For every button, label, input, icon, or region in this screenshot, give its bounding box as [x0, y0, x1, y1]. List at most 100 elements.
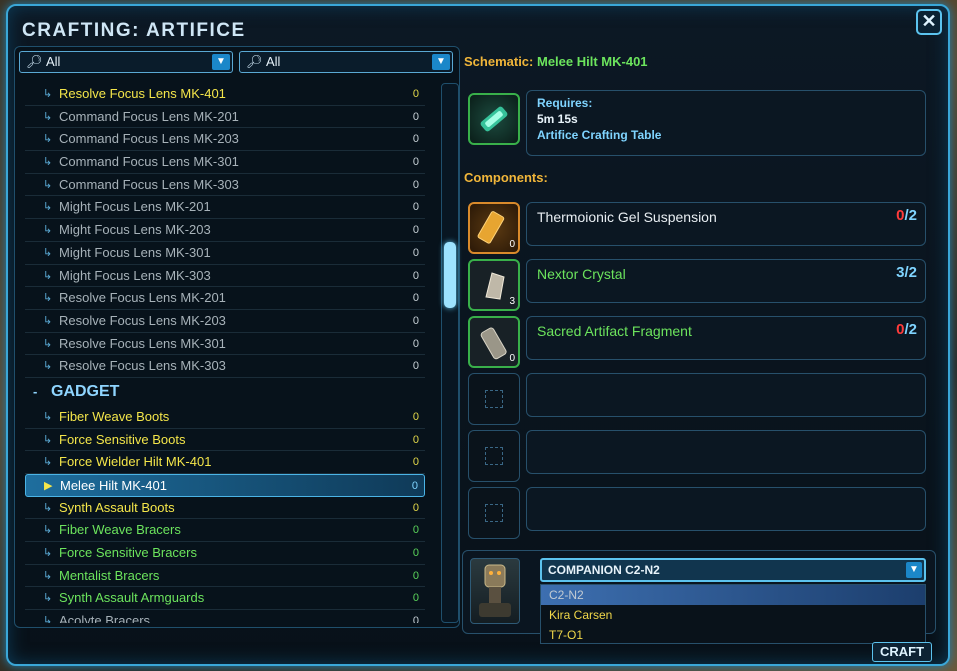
chevron-down-icon[interactable]: ▼ [906, 562, 922, 578]
list-item[interactable]: ↳ Command Focus Lens MK-201 0 [25, 106, 425, 129]
list-item[interactable]: ↳ Fiber Weave Bracers 0 [25, 519, 425, 543]
window-title: CRAFTING: ARTIFICE [22, 20, 246, 41]
companion-option[interactable]: C2-N2 [541, 585, 925, 605]
subitem-arrow-icon: ↳ [43, 433, 53, 446]
list-item[interactable]: ↳ Resolve Focus Lens MK-203 0 [25, 310, 425, 333]
subitem-arrow-icon: ↳ [43, 133, 53, 146]
chevron-down-icon[interactable]: ▼ [432, 54, 450, 70]
list-item[interactable]: ↳ Resolve Focus Lens MK-303 0 [25, 355, 425, 378]
schematic-value: Melee Hilt MK-401 [537, 54, 648, 69]
list-item[interactable]: ↳ Mentalist Bracers 0 [25, 565, 425, 588]
subitem-arrow-icon: ↳ [43, 224, 53, 237]
scrollbar-thumb[interactable] [444, 242, 456, 308]
subitem-arrow-icon: ↳ [43, 360, 53, 373]
chevron-down-icon[interactable]: ▼ [212, 54, 230, 70]
list-item[interactable]: ↳ Might Focus Lens MK-303 0 [25, 265, 425, 288]
list-item[interactable]: ↳ Acolyte Bracers 0 [25, 610, 425, 623]
craft-time: 5m 15s [537, 112, 578, 126]
filter-dropdown-1[interactable]: 🔎︎ All ▼ [19, 51, 233, 73]
category-label: GADGET [51, 382, 120, 400]
component-row[interactable]: Nextor Crystal 3/2 [526, 259, 926, 303]
subitem-arrow-icon: ↳ [43, 269, 53, 282]
list-item[interactable]: ↳ Command Focus Lens MK-303 0 [25, 174, 425, 197]
companion-option[interactable]: T7-O1 [541, 625, 925, 645]
list-item[interactable]: ↳ Synth Assault Armguards 0 [25, 587, 425, 611]
slot-placeholder-icon [485, 447, 503, 465]
schematic-list: ↳ Resolve Focus Lens MK-401 0 ↳ Command Foc… [25, 83, 425, 623]
list-item-selected[interactable]: ▶ Melee Hilt MK-401 0 [25, 474, 425, 497]
collapse-icon[interactable]: - [33, 378, 37, 406]
list-item[interactable]: ↳ Force Sensitive Boots 0 [25, 429, 425, 452]
component-row[interactable]: Sacred Artifact Fragment 0/2 [526, 316, 926, 360]
subitem-arrow-icon: ↳ [43, 615, 53, 623]
craft-button[interactable]: CRAFT [872, 642, 932, 662]
schematic-header: Schematic: Melee Hilt MK-401 [464, 54, 648, 69]
close-button[interactable]: ✕ [916, 9, 942, 35]
components-title: Components: [464, 170, 548, 185]
empty-component-row [526, 487, 926, 531]
list-item[interactable]: ↳ Command Focus Lens MK-301 0 [25, 151, 425, 174]
companion-portrait[interactable] [470, 558, 520, 624]
component-icon-gel[interactable]: 0 [468, 202, 520, 254]
list-item[interactable]: ↳ Resolve Focus Lens MK-401 0 [25, 83, 425, 106]
slot-placeholder-icon [485, 504, 503, 522]
subitem-arrow-icon: ↳ [43, 524, 53, 537]
companion-options: C2-N2 Kira Carsen T7-O1 [540, 584, 926, 644]
list-item[interactable]: ↳ Synth Assault Boots 0 [25, 497, 425, 520]
companion-option[interactable]: Kira Carsen [541, 605, 925, 625]
component-count: 0/2 [896, 321, 917, 338]
companion-select[interactable]: COMPANION C2-N2 ▼ [540, 558, 926, 582]
subitem-arrow-icon: ↳ [43, 292, 53, 305]
subitem-arrow-icon: ↳ [43, 456, 53, 469]
list-item[interactable]: ↳ Force Sensitive Bracers 0 [25, 542, 425, 565]
component-name: Nextor Crystal [537, 266, 626, 282]
list-item[interactable]: ↳ Might Focus Lens MK-301 0 [25, 242, 425, 265]
empty-component-row [526, 430, 926, 474]
schematic-item-icon[interactable] [468, 93, 520, 145]
subitem-arrow-icon: ↳ [43, 156, 53, 169]
droid-avatar-icon [479, 564, 511, 617]
filter-dropdown-2[interactable]: 🔎︎ All ▼ [239, 51, 453, 73]
search-icon: 🔎︎ [246, 54, 263, 69]
subitem-arrow-icon: ↳ [43, 501, 53, 514]
list-item[interactable]: ↳ Might Focus Lens MK-203 0 [25, 219, 425, 242]
subitem-arrow-icon: ↳ [43, 547, 53, 560]
component-row[interactable]: Thermoionic Gel Suspension 0/2 [526, 202, 926, 246]
list-item[interactable]: ↳ Command Focus Lens MK-203 0 [25, 128, 425, 152]
list-scrollbar[interactable] [441, 83, 459, 623]
category-header-gadget[interactable]: - GADGET [25, 378, 425, 406]
list-item[interactable]: ↳ Fiber Weave Boots 0 [25, 406, 425, 429]
subitem-arrow-icon: ↳ [43, 201, 53, 214]
component-count: 0/2 [896, 207, 917, 224]
subitem-arrow-icon: ↳ [43, 110, 53, 123]
empty-slot-icon [468, 373, 520, 425]
subitem-arrow-icon: ↳ [43, 88, 53, 100]
subitem-arrow-icon: ↳ [43, 314, 53, 327]
list-item[interactable]: ↳ Resolve Focus Lens MK-301 0 [25, 333, 425, 356]
requires-label: Requires: [537, 96, 593, 110]
subitem-arrow-icon: ↳ [43, 410, 53, 423]
schematic-key: Schematic: [464, 54, 534, 69]
companion-selected-value: COMPANION C2-N2 [548, 563, 660, 577]
subitem-arrow-icon: ↳ [43, 246, 53, 259]
component-count: 3/2 [896, 264, 917, 281]
selected-arrow-icon: ▶ [44, 480, 53, 492]
subitem-arrow-icon: ↳ [43, 337, 53, 350]
component-icon-fragment[interactable]: 0 [468, 316, 520, 368]
component-name: Sacred Artifact Fragment [537, 323, 692, 339]
empty-slot-icon [468, 487, 520, 539]
crafting-station: Artifice Crafting Table [537, 128, 662, 142]
list-item[interactable]: ↳ Resolve Focus Lens MK-201 0 [25, 287, 425, 310]
filter-2-value: All [266, 54, 281, 69]
subitem-arrow-icon: ↳ [43, 178, 53, 191]
component-name: Thermoionic Gel Suspension [537, 209, 717, 225]
schematic-list-panel: 🔎︎ All ▼ 🔎︎ All ▼ ↳ Resolve Focus Lens MK… [14, 46, 460, 628]
list-item[interactable]: ↳ Might Focus Lens MK-201 0 [25, 196, 425, 220]
hilt-icon [480, 106, 508, 132]
list-item[interactable]: ↳ Force Wielder Hilt MK-401 0 [25, 451, 425, 474]
empty-slot-icon [468, 430, 520, 482]
filter-1-value: All [46, 54, 61, 69]
component-icon-crystal[interactable]: 3 [468, 259, 520, 311]
search-icon: 🔎︎ [26, 54, 43, 69]
subitem-arrow-icon: ↳ [43, 592, 53, 605]
